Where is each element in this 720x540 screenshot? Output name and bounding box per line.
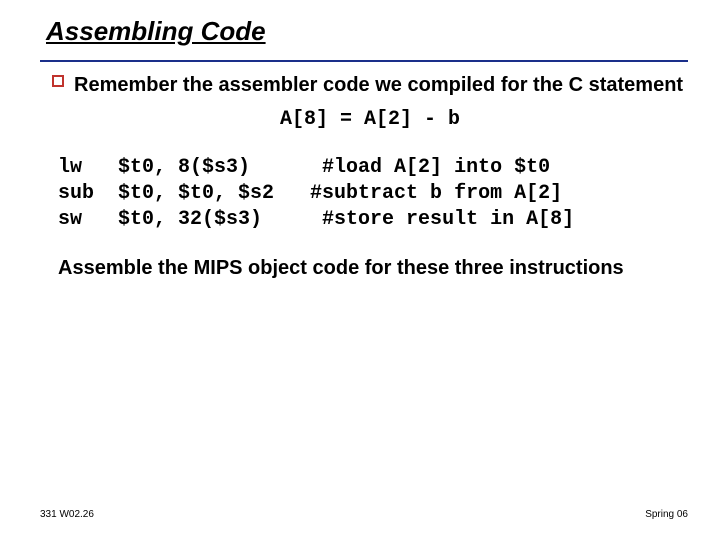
slide-title: Assembling Code [40, 18, 688, 62]
square-bullet-icon [52, 75, 64, 87]
footer-left: 331 W02.26 [40, 509, 94, 520]
task-instruction: Assemble the MIPS object code for these … [58, 255, 688, 281]
slide: Assembling Code Remember the assembler c… [0, 0, 720, 540]
bullet-item: Remember the assembler code we compiled … [52, 72, 688, 98]
assembly-code: lw $t0, 8($s3) #load A[2] into $t0 sub $… [58, 155, 688, 233]
slide-body: Remember the assembler code we compiled … [40, 72, 688, 281]
c-expression: A[8] = A[2] - b [52, 108, 688, 131]
bullet-text: Remember the assembler code we compiled … [74, 72, 683, 98]
footer-right: Spring 06 [645, 509, 688, 520]
